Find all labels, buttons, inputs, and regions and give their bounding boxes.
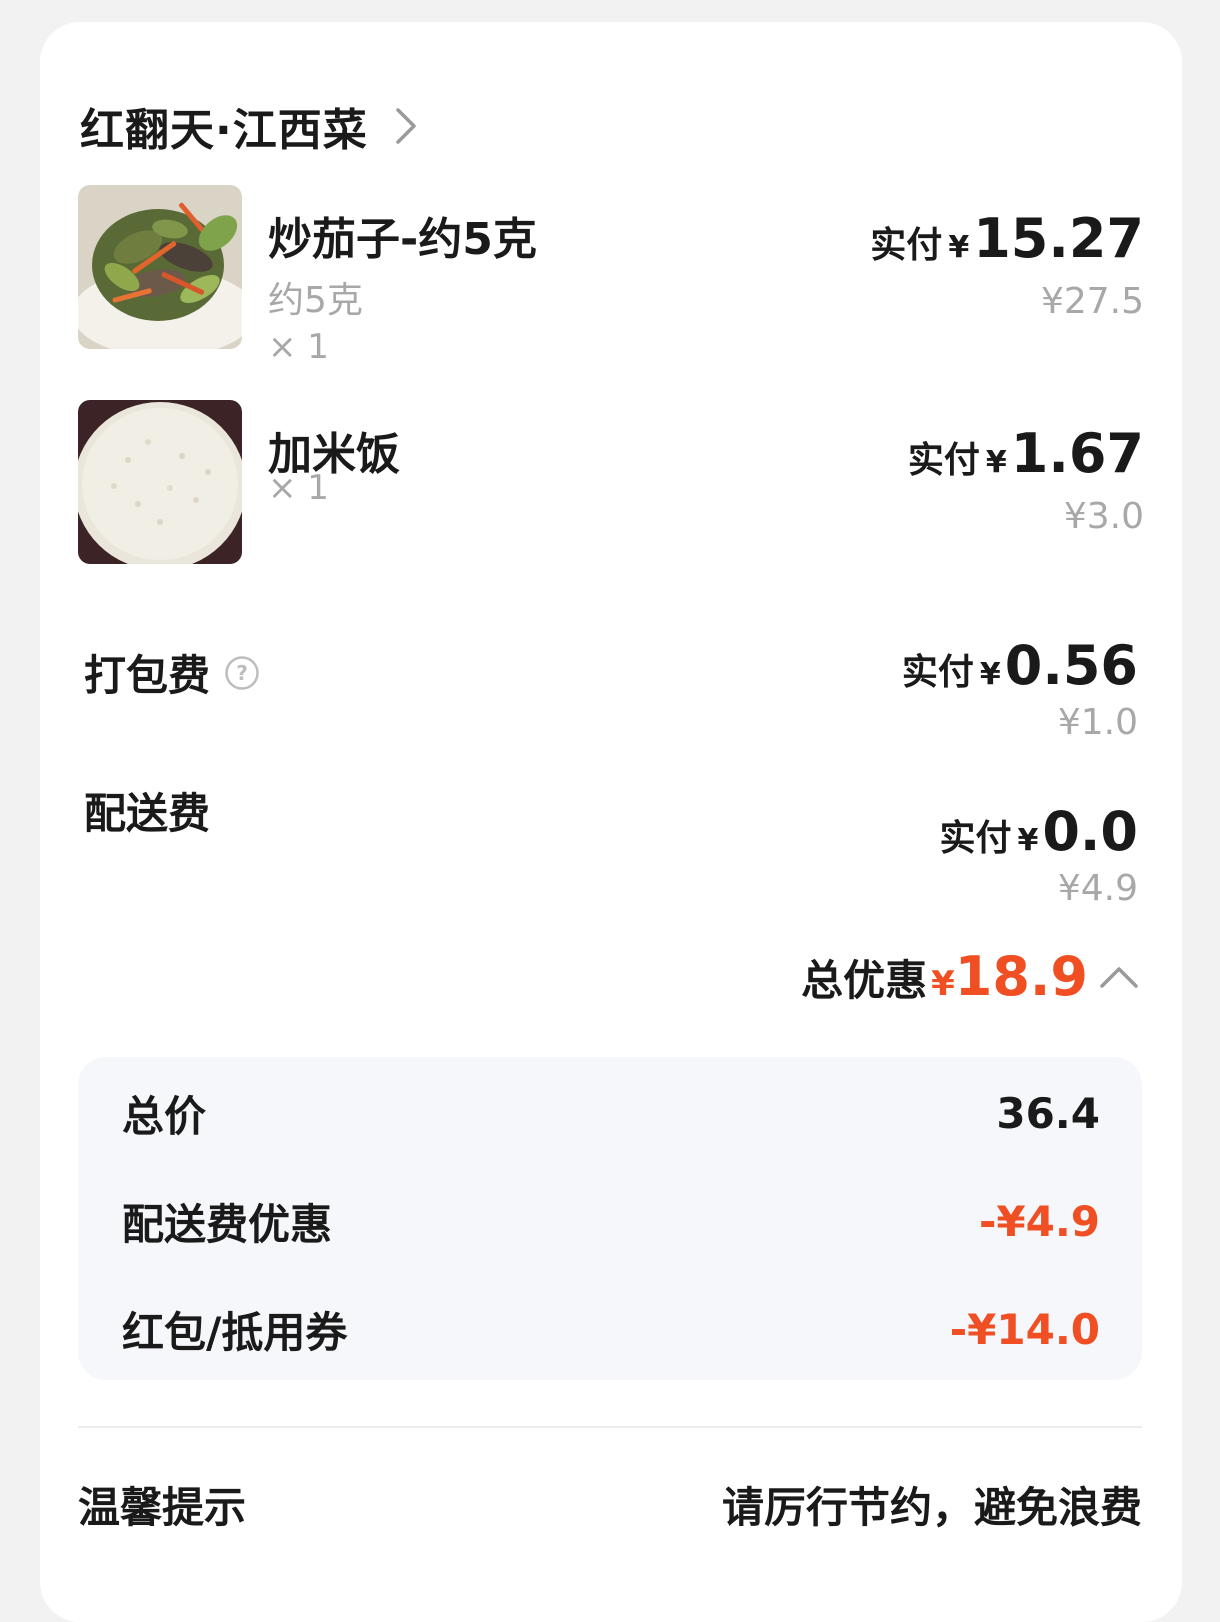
- stir-fried-eggplant-photo: [78, 185, 242, 349]
- summary-label: 总价: [122, 1091, 207, 1141]
- total-discount-toggle[interactable]: 总优惠 ¥ 18.9: [801, 945, 1140, 1008]
- paid-amount: 0.0: [1042, 800, 1138, 863]
- tip-row: 温馨提示 请厉行节约，避免浪费: [78, 1474, 1142, 1534]
- paid-prefix: 实付: [907, 440, 980, 481]
- item-name: 炒茄子-约5克: [268, 214, 537, 265]
- yen-symbol: ¥: [931, 964, 955, 1004]
- item-quantity: × 1: [268, 468, 329, 508]
- chevron-up-icon: [1100, 966, 1138, 988]
- price-summary: 总价 36.4 配送费优惠 -¥4.9 红包/抵用券 -¥14.0: [78, 1057, 1142, 1380]
- fee-paid-price: 实付 ¥ 0.56: [902, 634, 1138, 697]
- chevron-right-icon: [395, 108, 416, 144]
- paid-prefix: 实付: [939, 818, 1012, 859]
- summary-label: 红包/抵用券: [122, 1307, 348, 1357]
- yen-symbol: ¥: [985, 445, 1007, 480]
- item-paid-price: 实付 ¥ 15.27: [870, 207, 1144, 270]
- fee-paid-price: 实付 ¥ 0.0: [939, 800, 1138, 863]
- yen-symbol: ¥: [979, 657, 1001, 692]
- paid-prefix: 实付: [901, 652, 974, 693]
- paid-prefix: 实付: [870, 225, 943, 266]
- total-discount-label: 总优惠: [801, 956, 928, 1005]
- divider: [78, 1426, 1142, 1428]
- original-price: ¥27.5: [1040, 281, 1144, 322]
- original-price: ¥1.0: [1057, 702, 1138, 743]
- paid-amount: 1.67: [1010, 422, 1144, 485]
- summary-row-coupon: 红包/抵用券 -¥14.0: [122, 1299, 1100, 1359]
- shop-header[interactable]: 红翻天·江西菜: [80, 96, 420, 156]
- order-item: 炒茄子-约5克 约5克 × 1 实付 ¥ 15.27 ¥27.5: [78, 185, 1144, 385]
- tip-label: 温馨提示: [78, 1483, 247, 1532]
- paid-amount: 15.27: [973, 207, 1144, 270]
- summary-row-delivery-discount: 配送费优惠 -¥4.9: [122, 1191, 1100, 1251]
- summary-label: 配送费优惠: [122, 1199, 333, 1249]
- packaging-fee-price: 实付 ¥ 0.56 ¥1.0: [78, 620, 1138, 743]
- total-discount-amount: 18.9: [954, 945, 1088, 1008]
- summary-value: -¥4.9: [978, 1196, 1100, 1246]
- order-detail-card: 红翻天·江西菜 炒茄子-约5克 约5克 × 1 实付 ¥ 15.27 ¥27.5…: [40, 22, 1182, 1622]
- yen-symbol: ¥: [1017, 823, 1039, 858]
- item-spec: 约5克: [268, 280, 363, 321]
- paid-amount: 0.56: [1004, 634, 1138, 697]
- rice-bowl-photo: [78, 400, 242, 564]
- item-quantity: × 1: [268, 327, 329, 367]
- shop-name: 红翻天·江西菜: [80, 105, 368, 156]
- order-item: 加米饭 × 1 实付 ¥ 1.67 ¥3.0: [78, 400, 1144, 600]
- yen-symbol: ¥: [948, 230, 970, 265]
- summary-value: -¥14.0: [949, 1304, 1100, 1354]
- summary-row-total: 总价 36.4: [122, 1083, 1100, 1143]
- original-price: ¥3.0: [1063, 496, 1144, 537]
- tip-text: 请厉行节约，避免浪费: [721, 1483, 1142, 1532]
- item-paid-price: 实付 ¥ 1.67: [908, 422, 1144, 485]
- summary-value: 36.4: [996, 1088, 1100, 1138]
- original-price: ¥4.9: [1057, 868, 1138, 909]
- delivery-fee-price: 实付 ¥ 0.0 ¥4.9: [78, 786, 1138, 909]
